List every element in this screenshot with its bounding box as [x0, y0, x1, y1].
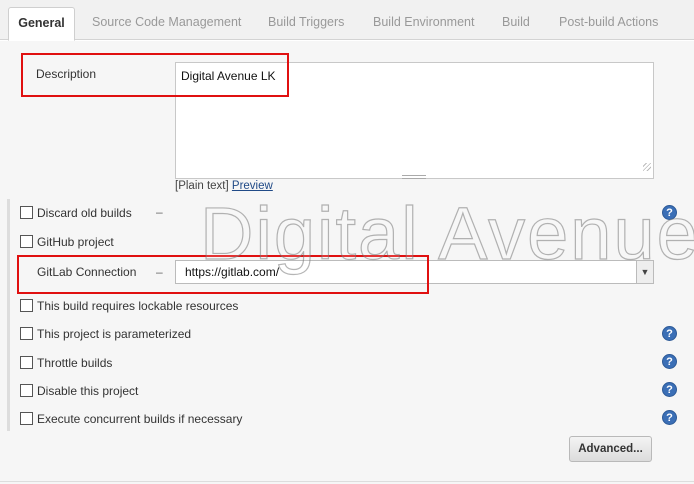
tab-build-triggers[interactable]: Build Triggers: [268, 0, 344, 40]
concurrent-builds-checkbox[interactable]: [20, 412, 33, 425]
advanced-button[interactable]: Advanced...: [569, 436, 652, 462]
discard-old-builds-checkbox[interactable]: [20, 206, 33, 219]
help-icon[interactable]: ?: [662, 326, 677, 341]
github-project-checkbox[interactable]: [20, 235, 33, 248]
concurrent-builds-label: Execute concurrent builds if necessary: [37, 412, 243, 426]
description-highlight-box: [21, 53, 289, 97]
parameterized-label: This project is parameterized: [37, 327, 192, 341]
markup-format-note: [Plain text] Preview: [175, 180, 273, 192]
help-icon[interactable]: ?: [662, 382, 677, 397]
section-divider: [0, 481, 694, 482]
tab-source-code-management[interactable]: Source Code Management: [92, 0, 241, 40]
plain-text-label: [Plain text]: [175, 180, 229, 192]
throttle-builds-label: Throttle builds: [37, 356, 113, 370]
separator-dash: –: [156, 205, 163, 219]
help-icon[interactable]: ?: [662, 354, 677, 369]
tab-build[interactable]: Build: [502, 0, 530, 40]
discard-old-builds-label: Discard old builds: [37, 206, 132, 220]
tab-build-environment[interactable]: Build Environment: [373, 0, 474, 40]
disable-project-label: Disable this project: [37, 384, 139, 398]
help-icon[interactable]: ?: [662, 205, 677, 220]
lockable-resources-checkbox[interactable]: [20, 299, 33, 312]
parameterized-checkbox[interactable]: [20, 327, 33, 340]
throttle-builds-checkbox[interactable]: [20, 356, 33, 369]
github-project-label: GitHub project: [37, 235, 114, 249]
tab-general[interactable]: General: [8, 7, 75, 41]
textarea-resize-handle[interactable]: [402, 175, 426, 179]
help-icon[interactable]: ?: [662, 410, 677, 425]
preview-link[interactable]: Preview: [232, 180, 273, 192]
tab-post-build-actions[interactable]: Post-build Actions: [559, 0, 658, 40]
gitlab-highlight-box: [17, 255, 429, 294]
general-section: Description Digital Avenue LK [Plain tex…: [0, 41, 694, 484]
disable-project-checkbox[interactable]: [20, 384, 33, 397]
lockable-resources-label: This build requires lockable resources: [37, 299, 239, 313]
textarea-grip-icon[interactable]: [643, 163, 651, 171]
config-tab-bar: General Source Code Management Build Tri…: [0, 0, 694, 41]
options-left-border: [7, 199, 10, 431]
chevron-down-icon[interactable]: ▼: [636, 261, 653, 283]
